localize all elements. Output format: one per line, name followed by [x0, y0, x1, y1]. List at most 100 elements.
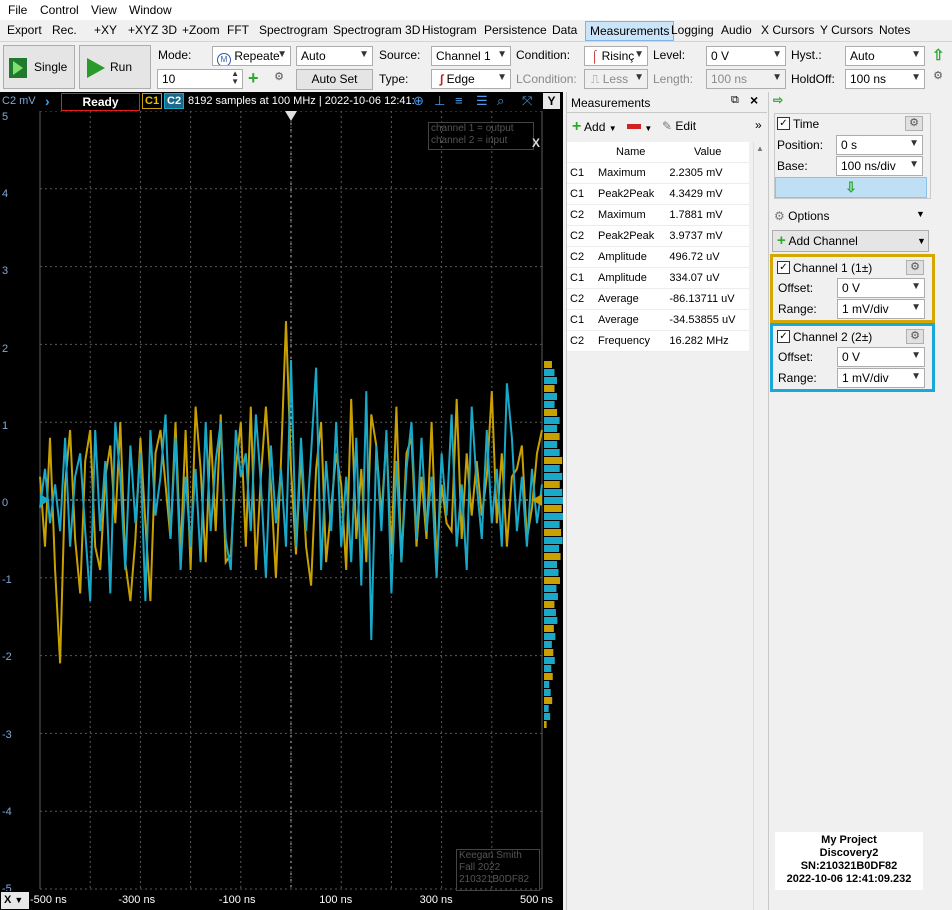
channel-2-offset-input[interactable]: 0 V ▼: [837, 347, 925, 367]
measurements-scrollbar[interactable]: ▲: [753, 142, 766, 910]
x-tick-label: 300 ns: [419, 894, 453, 906]
align-top-icon[interactable]: ☰: [476, 93, 488, 109]
x-axis: X ▼ -500 ns -300 ns -100 ns 100 ns 300 ns 500…: [0, 891, 563, 910]
tab-persistence[interactable]: Persistence: [484, 23, 547, 37]
chevron-down-icon: ▼: [909, 138, 919, 149]
table-row[interactable]: C2 Amplitude 496.72 uV: [567, 246, 749, 268]
menu-control[interactable]: Control: [40, 3, 79, 17]
measurements-add-button[interactable]: + Add ▼: [572, 118, 617, 136]
tab-zoom[interactable]: +Zoom: [182, 23, 220, 37]
tab-notes[interactable]: Notes: [879, 23, 910, 37]
auto-set-button[interactable]: Auto Set: [296, 69, 373, 90]
tab-xyz-3d[interactable]: +XYZ 3D: [128, 23, 177, 37]
channel-1-range-input[interactable]: 1 mV/div ▼: [837, 299, 925, 319]
measurements-remove-button[interactable]: ▼: [627, 120, 652, 134]
tab-data[interactable]: Data: [552, 23, 577, 37]
add-icon[interactable]: +: [248, 69, 259, 87]
collapse-time-button[interactable]: ⇩: [775, 177, 927, 198]
table-row[interactable]: C1 Maximum 2.2305 mV: [567, 162, 749, 184]
settings-gear-icon[interactable]: ⚙: [270, 71, 288, 86]
menu-window[interactable]: Window: [129, 3, 172, 17]
channel-2-settings-gear-icon[interactable]: ⚙: [906, 329, 924, 344]
channel-note-box[interactable]: channel 1 = output channel 2 = input: [428, 122, 534, 150]
close-icon[interactable]: ×: [750, 92, 758, 108]
time-settings-gear-icon[interactable]: ⚙: [905, 116, 923, 131]
type-select[interactable]: ∫ Edge ▼: [431, 69, 511, 89]
tab-x-cursors[interactable]: X Cursors: [761, 23, 814, 37]
zoom-icon[interactable]: ⊕: [413, 93, 424, 109]
histogram-bar: [544, 409, 558, 416]
tab-logging[interactable]: Logging: [671, 23, 714, 37]
tab-rec[interactable]: Rec.: [52, 23, 77, 37]
table-row[interactable]: C1 Amplitude 334.07 uV: [567, 267, 749, 289]
channel-2-range-input[interactable]: 1 mV/div ▼: [837, 368, 925, 388]
table-row[interactable]: C1 Peak2Peak 4.3429 mV: [567, 183, 749, 205]
level-input[interactable]: 0 V ▼: [706, 46, 786, 66]
table-row[interactable]: C2 Average -86.13711 uV: [567, 288, 749, 310]
table-row[interactable]: C1 Average -34.53855 uV: [567, 309, 749, 331]
base-input[interactable]: 100 ns/div ▼: [836, 156, 923, 176]
channel-1-badge[interactable]: C1: [142, 93, 163, 109]
tab-spectrogram[interactable]: Spectrogram: [259, 23, 328, 37]
table-row[interactable]: C2 Maximum 1.7881 mV: [567, 204, 749, 226]
measurements-edit-button[interactable]: ✎ Edit: [662, 119, 696, 133]
position-input[interactable]: 0 s ▼: [836, 135, 923, 155]
channel-2-checkbox[interactable]: ✓: [777, 330, 790, 343]
arrow-right-icon[interactable]: ⇨: [773, 93, 783, 107]
device-info-box: My Project Discovery2 SN:210321B0DF82 20…: [775, 832, 923, 890]
holdoff-input[interactable]: 100 ns ▼: [845, 69, 925, 89]
channel-1-label: Channel 1 (1±): [793, 261, 873, 275]
histogram-bar: [544, 577, 560, 584]
align-middle-icon[interactable]: ≡: [455, 93, 463, 108]
scroll-up-icon[interactable]: ▲: [756, 144, 764, 153]
align-bottom-icon[interactable]: ⊥: [434, 93, 445, 109]
hysteresis-input[interactable]: Auto ▼: [845, 46, 925, 66]
acquisition-mode-select[interactable]: Auto ▼: [296, 46, 373, 66]
x-axis-button[interactable]: X ▼: [1, 892, 29, 909]
fit-icon[interactable]: ⤧: [522, 93, 532, 109]
trigger-position-marker-icon[interactable]: [285, 111, 297, 121]
trigger-settings-gear-icon[interactable]: ⚙: [929, 70, 947, 85]
tab-spectrogram-3d[interactable]: Spectrogram 3D: [333, 23, 420, 37]
arrow-up-icon[interactable]: ⇧: [932, 46, 945, 64]
scope-plot-area[interactable]: 5 4 3 2 1 0 -1 -2 -3 -4 -5 channel 1 = output chan…: [0, 111, 563, 895]
time-checkbox[interactable]: ✓: [777, 117, 790, 130]
menu-file[interactable]: File: [8, 3, 27, 17]
signature-note-box[interactable]: Keegan Smith Fall 2022 210321B0DF82: [456, 849, 540, 891]
add-channel-button[interactable]: + Add Channel ▼: [772, 230, 929, 252]
close-note-button[interactable]: X: [532, 136, 540, 150]
tab-export[interactable]: Export: [7, 23, 42, 37]
tab-xy[interactable]: +XY: [94, 23, 117, 37]
count-stepper[interactable]: 10 ▲ ▼: [157, 69, 243, 89]
tab-measurements[interactable]: Measurements: [585, 21, 675, 41]
table-row[interactable]: C2 Peak2Peak 3.9737 mV: [567, 225, 749, 247]
lcondition-select[interactable]: ⎍ Less ▼: [584, 69, 648, 89]
time-label: Time: [793, 117, 820, 131]
channel-1-offset-input[interactable]: 0 V ▼: [837, 278, 925, 298]
edit-icon: ✎: [662, 119, 673, 133]
cell-name: Amplitude: [595, 246, 667, 268]
table-row[interactable]: C2 Frequency 16.282 MHz: [567, 330, 749, 352]
channel-1-settings-gear-icon[interactable]: ⚙: [906, 260, 924, 275]
channel-1-checkbox[interactable]: ✓: [777, 261, 790, 274]
single-button[interactable]: Single: [3, 45, 75, 89]
condition-select[interactable]: ⌠ Risinç ▼: [584, 46, 648, 66]
tab-histogram[interactable]: Histogram: [422, 23, 477, 37]
options-dropdown[interactable]: ⚙ Options ▼: [774, 209, 929, 227]
tab-fft[interactable]: FFT: [227, 23, 249, 37]
magnifier-icon[interactable]: ⌕: [497, 93, 504, 109]
restore-window-icon[interactable]: ⧉: [731, 94, 739, 107]
y-axis-button[interactable]: Y: [543, 93, 560, 109]
source-select[interactable]: Channel 1 ▼: [431, 46, 511, 66]
tab-y-cursors[interactable]: Y Cursors: [820, 23, 873, 37]
menu-view[interactable]: View: [91, 3, 117, 17]
chevron-right-icon[interactable]: ›: [45, 93, 50, 109]
mode-select[interactable]: M Repeate ▼: [212, 46, 291, 66]
histogram-bar: [544, 625, 554, 632]
channel-2-badge[interactable]: C2: [164, 93, 185, 109]
histogram-bar: [544, 393, 558, 400]
tab-audio[interactable]: Audio: [721, 23, 752, 37]
overflow-chevron-icon[interactable]: »: [755, 118, 762, 132]
length-input[interactable]: 100 ns ▼: [706, 69, 786, 89]
run-button[interactable]: Run: [79, 45, 151, 89]
